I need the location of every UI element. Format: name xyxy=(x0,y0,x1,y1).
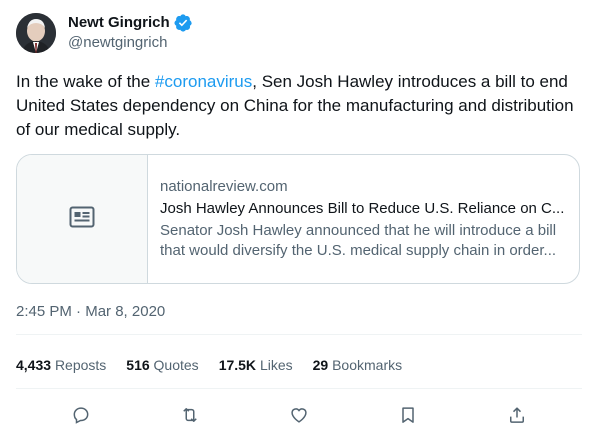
reply-button[interactable] xyxy=(64,398,98,432)
display-name[interactable]: Newt Gingrich xyxy=(68,13,170,33)
name-row: Newt Gingrich xyxy=(68,13,192,33)
verified-badge-icon xyxy=(174,14,192,32)
repost-icon xyxy=(183,408,197,422)
reposts-count: 4,433 xyxy=(16,357,52,373)
bookmarks-label: Bookmarks xyxy=(332,357,403,373)
reposts-stat[interactable]: 4,433 Reposts xyxy=(16,356,106,374)
avatar[interactable] xyxy=(16,13,56,53)
card-description: Senator Josh Hawley announced that he wi… xyxy=(160,222,557,259)
card-title: Josh Hawley Announces Bill to Reduce U.S… xyxy=(160,200,565,217)
quotes-label: Quotes xyxy=(153,357,199,373)
hashtag-link[interactable]: #coronavirus xyxy=(155,72,252,91)
tweet-text: In the wake of the #coronavirus, Sen Jos… xyxy=(16,70,576,142)
reposts-label: Reposts xyxy=(54,357,107,373)
share-button[interactable] xyxy=(500,398,534,432)
bookmark-button[interactable] xyxy=(391,398,425,432)
like-icon xyxy=(291,408,307,423)
engagement-stats: 4,433 Reposts 516 Quotes 17.5K Likes 29 … xyxy=(16,356,402,374)
article-icon xyxy=(69,206,95,233)
like-button[interactable] xyxy=(282,398,316,432)
card-domain: nationalreview.com xyxy=(160,178,288,195)
timestamp-date[interactable]: Mar 8, 2020 xyxy=(85,303,165,320)
likes-stat[interactable]: 17.5K Likes xyxy=(219,356,293,374)
quotes-stat[interactable]: 516 Quotes xyxy=(126,356,198,374)
repost-button[interactable] xyxy=(173,398,207,432)
timestamp: 2:45 PM · Mar 8, 2020 xyxy=(16,302,165,322)
bookmarks-count: 29 xyxy=(312,357,329,373)
divider-top xyxy=(16,334,582,335)
divider-bottom xyxy=(16,388,582,389)
share-icon xyxy=(510,407,524,423)
action-bar xyxy=(16,398,582,430)
link-card[interactable]: nationalreview.com Josh Hawley Announces… xyxy=(16,154,580,284)
author-names: Newt Gingrich @newtgingrich xyxy=(68,13,192,53)
handle[interactable]: @newtgingrich xyxy=(68,33,192,53)
likes-count: 17.5K xyxy=(218,357,257,373)
card-thumbnail xyxy=(17,155,148,283)
bookmarks-stat[interactable]: 29 Bookmarks xyxy=(313,356,403,374)
reply-icon xyxy=(73,407,89,424)
bookmark-icon xyxy=(402,407,414,423)
quotes-count: 516 xyxy=(126,357,150,373)
tweet-text-before: In the wake of the xyxy=(16,72,155,91)
timestamp-separator: · xyxy=(71,303,86,320)
card-body: nationalreview.com Josh Hawley Announces… xyxy=(148,155,579,283)
likes-label: Likes xyxy=(259,357,293,373)
timestamp-time[interactable]: 2:45 PM xyxy=(16,303,72,320)
tweet-header: Newt Gingrich @newtgingrich xyxy=(16,12,192,54)
